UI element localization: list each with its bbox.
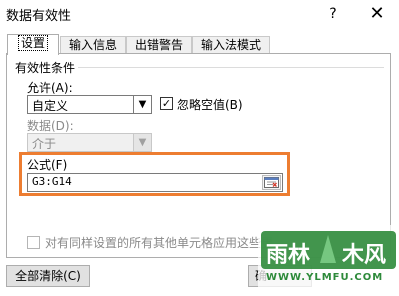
- allow-label: 允许(A):: [27, 81, 73, 95]
- formula-input[interactable]: G3:G14: [27, 173, 283, 192]
- allow-select-value: 自定义: [32, 99, 69, 113]
- ignore-blank-label[interactable]: 忽略空值(B): [177, 96, 243, 113]
- ignore-blank-checkbox[interactable]: ✓: [160, 97, 173, 110]
- clear-all-button[interactable]: 全部清除(C): [6, 265, 90, 287]
- chevron-down-icon[interactable]: ▼: [133, 96, 151, 113]
- validation-criteria-heading: 有效性条件: [15, 61, 76, 75]
- chevron-down-icon[interactable]: ▼: [133, 134, 151, 151]
- dialog-title: 数据有效性: [6, 9, 72, 24]
- formula-input-value: G3:G14: [32, 175, 72, 188]
- tab-error-alert[interactable]: 出错警告: [126, 36, 192, 54]
- data-select[interactable]: 介于 ▼: [27, 133, 152, 152]
- checkmark-icon: ✓: [161, 97, 172, 110]
- apply-all-checkbox[interactable]: [27, 236, 40, 249]
- tab-settings[interactable]: 设置: [7, 34, 59, 55]
- watermark-logo: 雨林 木风 WWW.YLMFU.COM: [258, 225, 399, 293]
- data-label: 数据(D):: [27, 119, 74, 133]
- watermark-text-main: 雨林: [266, 243, 311, 268]
- collapse-dialog-icon[interactable]: [262, 175, 281, 190]
- apply-all-label: 对有同样设置的所有其他单元格应用这些更: [45, 236, 274, 250]
- watermark-url: WWW.YLMFU.COM: [266, 272, 384, 283]
- help-button[interactable]: ?: [323, 6, 343, 24]
- tab-input-message[interactable]: 输入信息: [60, 36, 126, 54]
- data-select-value: 介于: [32, 137, 57, 151]
- formula-label: 公式(F): [27, 158, 68, 172]
- tab-ime-mode[interactable]: 输入法模式: [192, 36, 270, 54]
- group-divider: [78, 67, 384, 68]
- tab-settings-label: 设置: [17, 35, 48, 51]
- allow-select[interactable]: 自定义 ▼: [27, 95, 152, 114]
- close-button[interactable]: ✕: [365, 4, 389, 24]
- watermark-text-tail: 木风: [342, 243, 387, 268]
